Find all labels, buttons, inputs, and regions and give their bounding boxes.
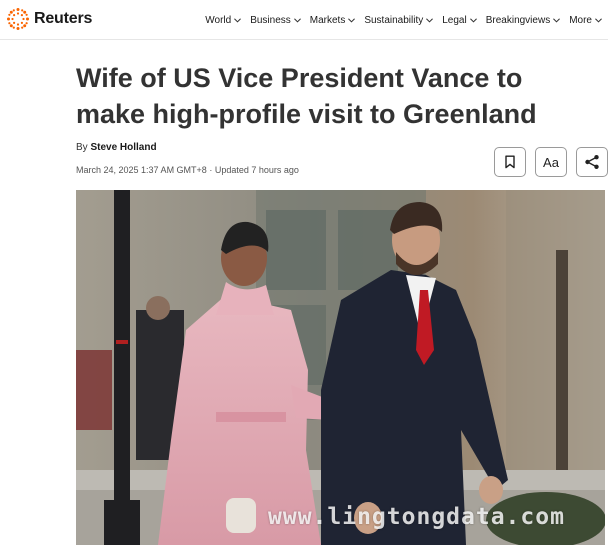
bookmark-button[interactable] [494, 147, 526, 177]
nav-label: World [205, 14, 232, 26]
nav-item-world[interactable]: World [205, 14, 242, 26]
chevron-down-icon [293, 17, 301, 23]
chevron-down-icon [595, 17, 602, 23]
nav-label: Markets [309, 14, 346, 26]
nav-label: Sustainability [364, 14, 424, 26]
brand-name: Reuters [34, 10, 93, 27]
nav-item-legal[interactable]: Legal [442, 14, 477, 26]
article-photo [76, 190, 605, 545]
text-size-button[interactable]: Aa [535, 147, 567, 177]
nav-item-markets[interactable]: Markets [310, 15, 356, 26]
chevron-down-icon [469, 17, 477, 23]
nav-label: Breakingviews [485, 14, 551, 26]
article-dateline: March 24, 2025 1:37 AM GMT+8 · Updated 7… [76, 165, 299, 175]
main-nav: World Business Markets Sustainability Le… [205, 0, 602, 40]
article-photo-image [76, 190, 605, 545]
nav-item-more[interactable]: More [569, 15, 602, 26]
chevron-down-icon [426, 17, 434, 23]
chevron-down-icon [553, 17, 561, 23]
share-icon [585, 155, 599, 169]
nav-label: More [569, 14, 592, 26]
share-button[interactable] [576, 147, 608, 177]
site-header: Reuters World Business Markets Sustainab… [0, 0, 608, 40]
photo-watermark: www.lingtongdata.com [268, 504, 565, 530]
nav-item-breakingviews[interactable]: Breakingviews [485, 14, 561, 26]
author-link[interactable]: Steve Holland [90, 142, 156, 153]
nav-item-business[interactable]: Business [250, 15, 301, 26]
article-headline: Wife of US Vice President Vance to make … [76, 63, 537, 129]
chevron-down-icon [348, 17, 356, 23]
nav-item-sustainability[interactable]: Sustainability [364, 14, 434, 26]
reuters-logo-icon [7, 8, 29, 30]
reuters-logo[interactable]: Reuters [6, 7, 92, 31]
bookmark-icon [505, 155, 515, 169]
nav-label: Business [250, 14, 291, 26]
text-size-label: Aa [543, 154, 559, 170]
article-tools: Aa [494, 147, 608, 177]
byline-prefix: By [76, 142, 91, 153]
article-byline: By Steve Holland [76, 142, 157, 153]
chevron-down-icon [234, 17, 242, 23]
nav-label: Legal [442, 14, 467, 26]
